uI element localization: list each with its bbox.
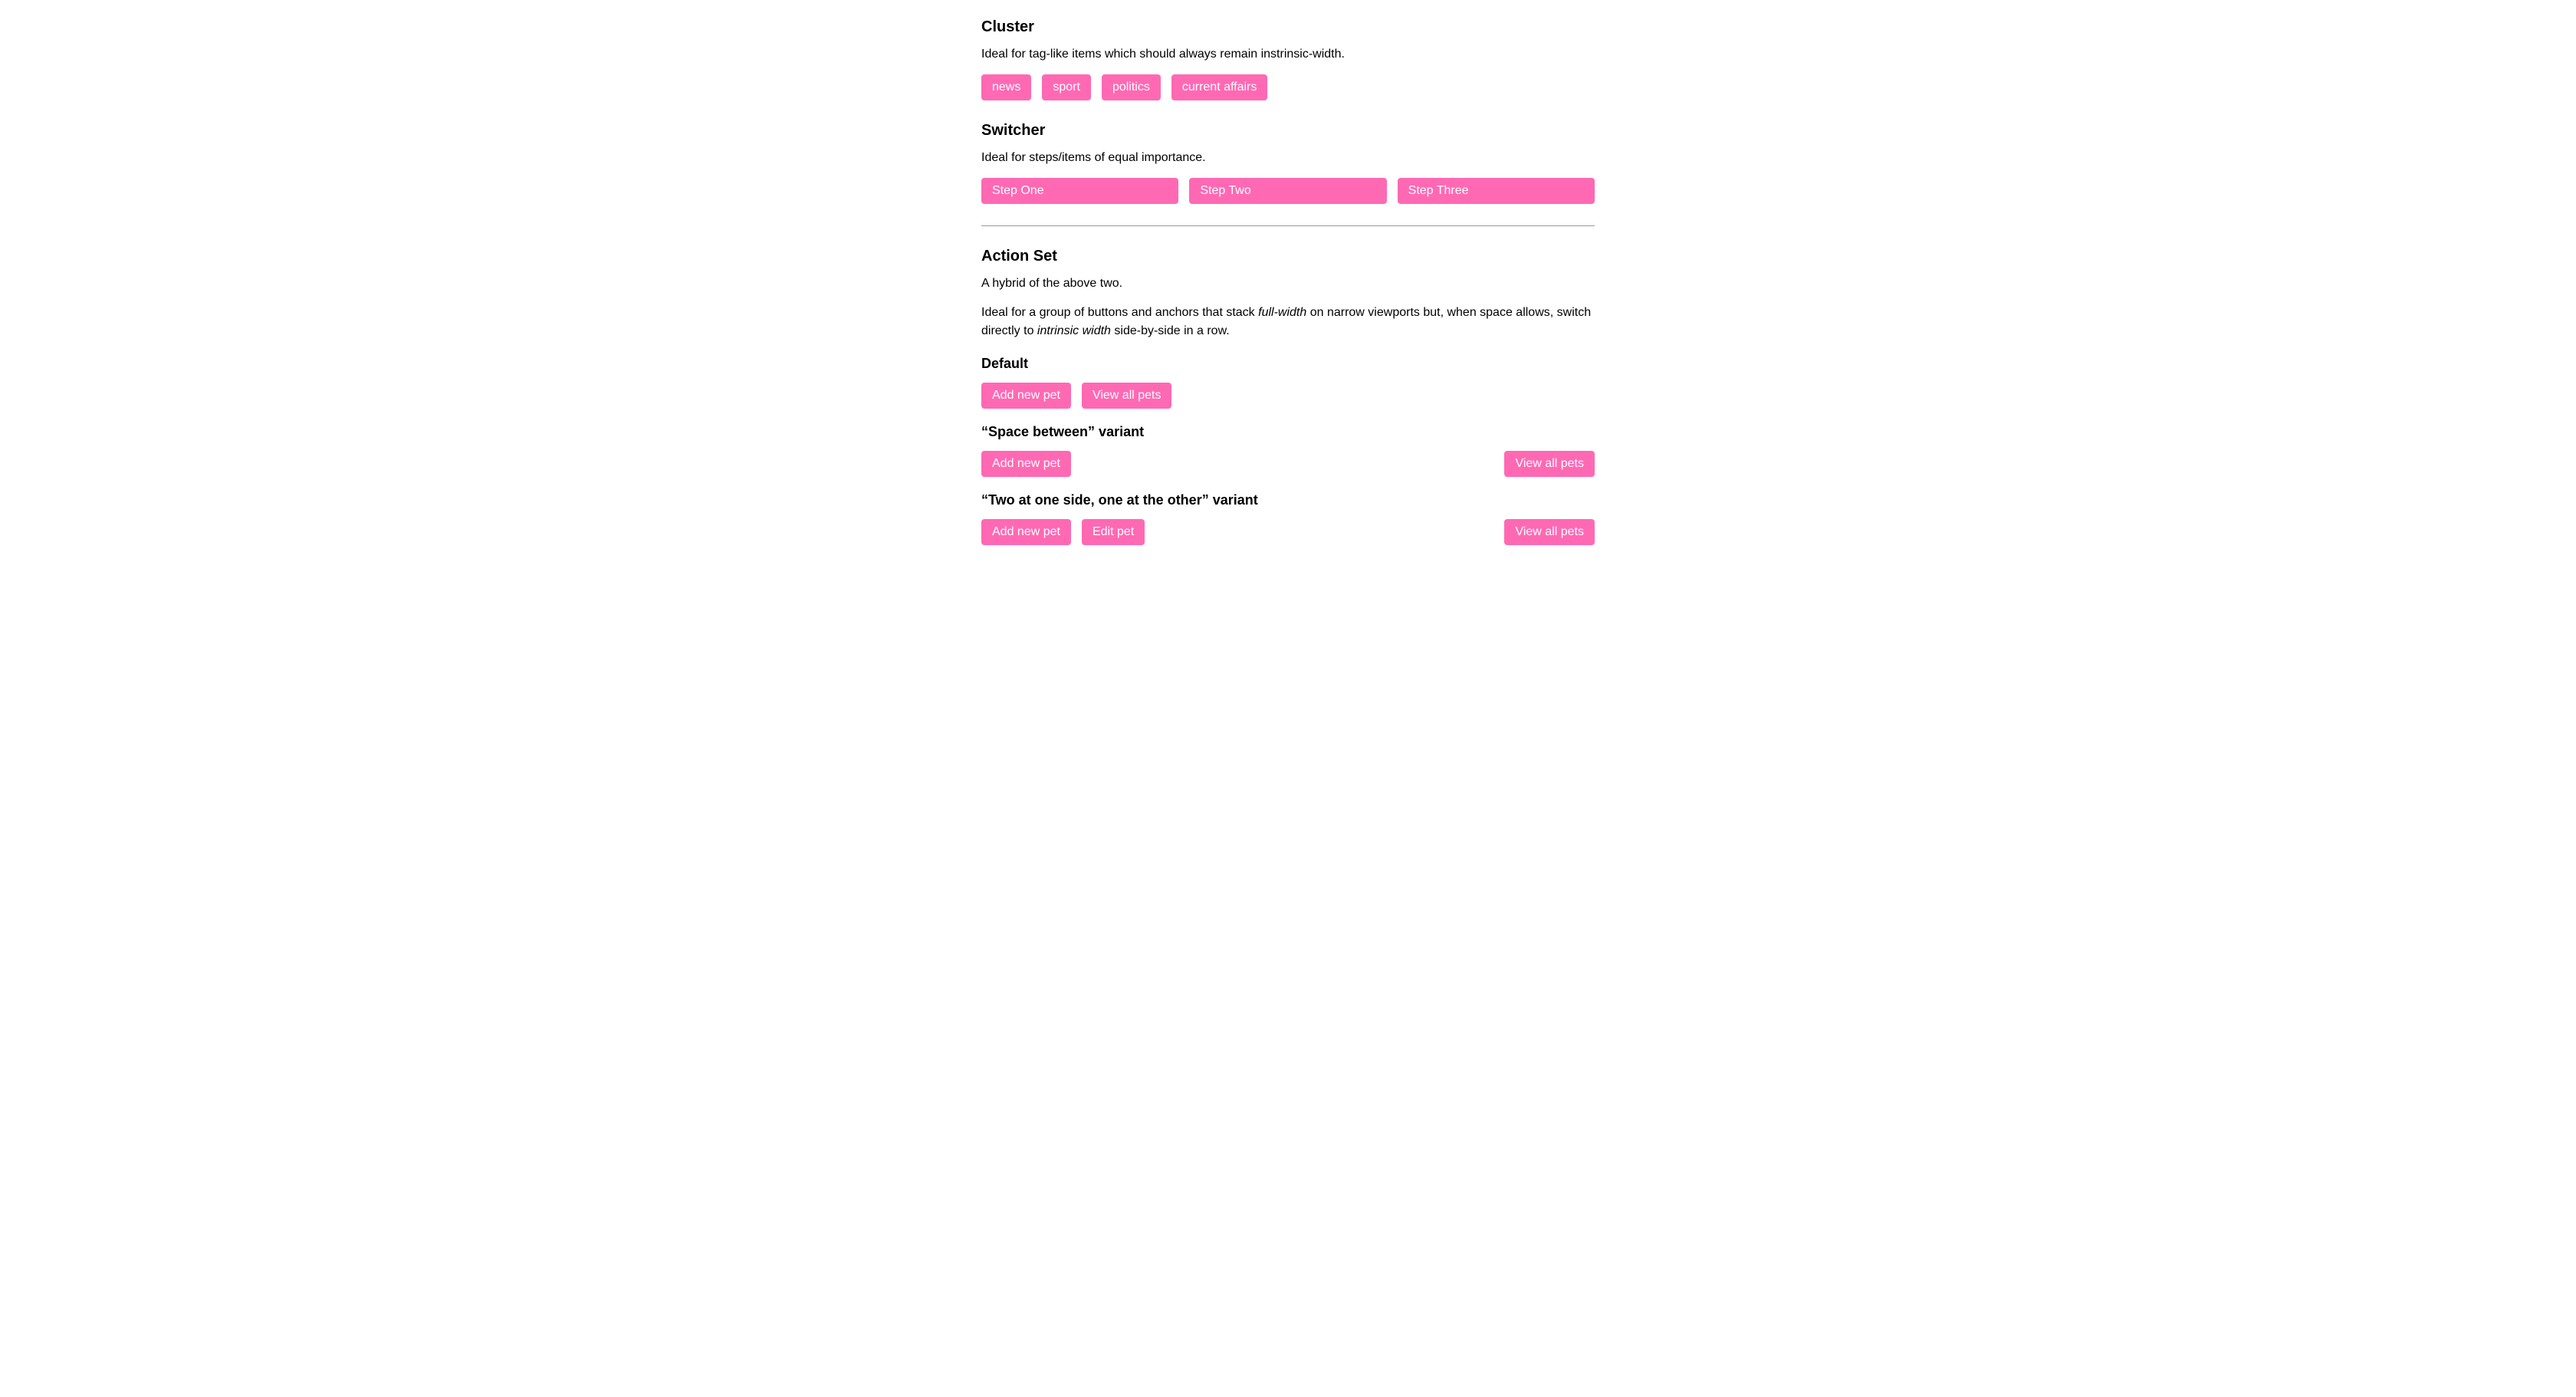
switcher-heading: Switcher — [981, 122, 1595, 140]
action-set-description-2: Ideal for a group of buttons and anchors… — [981, 304, 1595, 340]
cluster-item-politics[interactable]: politics — [1102, 74, 1161, 100]
action-set-two-one-split: Add new pet Edit pet View all pets — [981, 519, 1595, 545]
switcher-step-one[interactable]: Step One — [981, 178, 1178, 204]
cluster-item-sport[interactable]: sport — [1042, 74, 1091, 100]
two-one-split-heading: “Two at one side, one at the other” vari… — [981, 492, 1595, 508]
edit-pet-button[interactable]: Edit pet — [1082, 519, 1145, 545]
space-between-heading: “Space between” variant — [981, 424, 1595, 440]
cluster-item-current-affairs[interactable]: current affairs — [1171, 74, 1268, 100]
spacer — [1155, 519, 1493, 545]
add-new-pet-button[interactable]: Add new pet — [981, 451, 1071, 477]
action-set-default: Add new pet View all pets — [981, 383, 1595, 409]
switcher-step-two[interactable]: Step Two — [1189, 178, 1386, 204]
add-new-pet-button[interactable]: Add new pet — [981, 519, 1071, 545]
add-new-pet-button[interactable]: Add new pet — [981, 383, 1071, 409]
cluster-description: Ideal for tag-like items which should al… — [981, 45, 1595, 64]
cluster-heading: Cluster — [981, 18, 1595, 36]
action-set-space-between: Add new pet View all pets — [981, 451, 1595, 477]
action-set-description-1: A hybrid of the above two. — [981, 274, 1595, 293]
view-all-pets-button[interactable]: View all pets — [1504, 451, 1595, 477]
default-heading: Default — [981, 356, 1595, 372]
view-all-pets-button[interactable]: View all pets — [1082, 383, 1172, 409]
switcher-group: Step One Step Two Step Three — [981, 178, 1595, 204]
switcher-step-three[interactable]: Step Three — [1398, 178, 1595, 204]
cluster-item-news[interactable]: news — [981, 74, 1031, 100]
switcher-description: Ideal for steps/items of equal importanc… — [981, 149, 1595, 167]
divider — [981, 225, 1595, 226]
view-all-pets-button[interactable]: View all pets — [1504, 519, 1595, 545]
cluster-group: news sport politics current affairs — [981, 74, 1595, 100]
action-set-heading: Action Set — [981, 248, 1595, 265]
